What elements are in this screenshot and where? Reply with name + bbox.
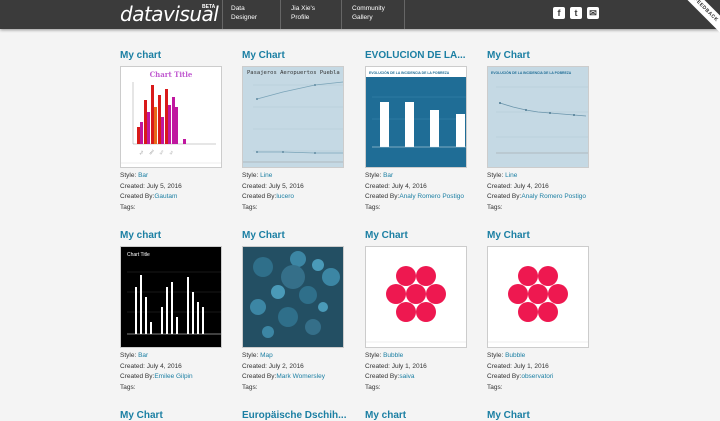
mail-icon[interactable]: ✉	[587, 7, 599, 19]
card-meta: Style: Map Created: July 2, 2016 Created…	[242, 352, 325, 391]
author-link[interactable]: lucero	[276, 193, 294, 200]
style-link[interactable]: Bubble	[383, 352, 403, 359]
card-meta: Style: Bar Created: July 4, 2016 Created…	[120, 352, 193, 391]
facebook-icon[interactable]: f	[553, 7, 565, 19]
card-title[interactable]: My Chart	[242, 230, 347, 241]
card-meta: Style: Bar Created: July 4, 2016 Created…	[365, 172, 464, 211]
card-title[interactable]: My chart	[120, 50, 225, 61]
thumb-title: EVOLUCIÓN DE LA INCIDENCIA DE LA POBREZA	[491, 70, 572, 75]
twitter-icon[interactable]: t	[570, 7, 582, 19]
style-link[interactable]: Line	[260, 172, 272, 179]
card-title[interactable]: My Chart	[365, 230, 470, 241]
card-title[interactable]: My Chart	[120, 410, 225, 421]
author-link[interactable]: Analy Romero Postigo	[521, 193, 586, 200]
nav-divider	[341, 0, 342, 29]
card-meta: Style: Line Created: July 4, 2016 Create…	[487, 172, 586, 211]
chart-thumbnail[interactable]	[365, 246, 467, 348]
author-link[interactable]: Analy Romero Postigo	[399, 193, 464, 200]
card-meta: Style: Bubble Created: July 1, 2016 Crea…	[365, 352, 427, 391]
nav-community-gallery[interactable]: Community Gallery	[352, 4, 385, 22]
chart-thumbnail[interactable]	[487, 246, 589, 348]
style-link[interactable]: Bar	[383, 172, 393, 179]
thumb-title: EVOLUCIÓN DE LA INCIDENCIA DE LA POBREZA	[369, 70, 450, 75]
chart-thumbnail[interactable]: Pasajeros Aeropuertos Puebla	[242, 66, 344, 168]
style-link[interactable]: Bar	[138, 352, 148, 359]
author-link[interactable]: Mark Womersley	[276, 373, 325, 380]
svg-text:Jul: Jul	[168, 150, 174, 156]
thumb-title: Chart Title	[150, 70, 193, 79]
author-link[interactable]: observatori	[521, 373, 553, 380]
svg-text:Jun: Jun	[158, 149, 164, 155]
top-navigation-bar: datavisual BETA Data Designer Jia Xie's …	[0, 0, 720, 29]
card-title[interactable]: EVOLUCIÓN DE LA...	[365, 50, 470, 61]
nav-data-designer[interactable]: Data Designer	[231, 4, 257, 22]
card-title[interactable]: My Chart	[487, 50, 592, 61]
chart-thumbnail[interactable]: EVOLUCIÓN DE LA INCIDENCIA DE LA POBREZA	[365, 66, 467, 168]
thumb-title: Chart Title	[127, 252, 150, 258]
chart-thumbnail[interactable]: Chart Title Apr May Jun Jul	[120, 66, 222, 168]
card-meta: Style: Bubble Created: July 1, 2016 Crea…	[487, 352, 554, 391]
style-link[interactable]: Line	[505, 172, 517, 179]
svg-text:May: May	[148, 148, 155, 155]
thumb-title: Pasajeros Aeropuertos Puebla	[247, 70, 340, 76]
card-title[interactable]: My Chart	[242, 50, 347, 61]
svg-text:Apr: Apr	[138, 149, 144, 155]
author-link[interactable]: Emilee Gilpin	[154, 373, 192, 380]
chart-thumbnail[interactable]: EVOLUCIÓN DE LA INCIDENCIA DE LA POBREZA	[487, 66, 589, 168]
nav-divider	[222, 0, 223, 29]
card-title[interactable]: My chart	[365, 410, 470, 421]
chart-thumbnail[interactable]	[242, 246, 344, 348]
card-title[interactable]: My Chart	[487, 230, 592, 241]
author-link[interactable]: saiva	[399, 373, 414, 380]
style-link[interactable]: Map	[260, 352, 273, 359]
chart-thumbnail[interactable]: Chart Title	[120, 246, 222, 348]
card-title[interactable]: My chart	[120, 230, 225, 241]
nav-divider	[404, 0, 405, 29]
author-link[interactable]: Gautam	[154, 193, 177, 200]
nav-profile[interactable]: Jia Xie's Profile	[291, 4, 315, 22]
beta-badge: BETA	[202, 4, 216, 10]
style-link[interactable]: Bubble	[505, 352, 525, 359]
card-meta: Style: Line Created: July 5, 2016 Create…	[242, 172, 304, 211]
card-meta: Style: Bar Created: July 5, 2016 Created…	[120, 172, 182, 211]
nav-divider	[280, 0, 281, 29]
style-link[interactable]: Bar	[138, 172, 148, 179]
card-title[interactable]: My Chart	[487, 410, 592, 421]
card-title[interactable]: Europäische Dschih...	[242, 410, 347, 421]
